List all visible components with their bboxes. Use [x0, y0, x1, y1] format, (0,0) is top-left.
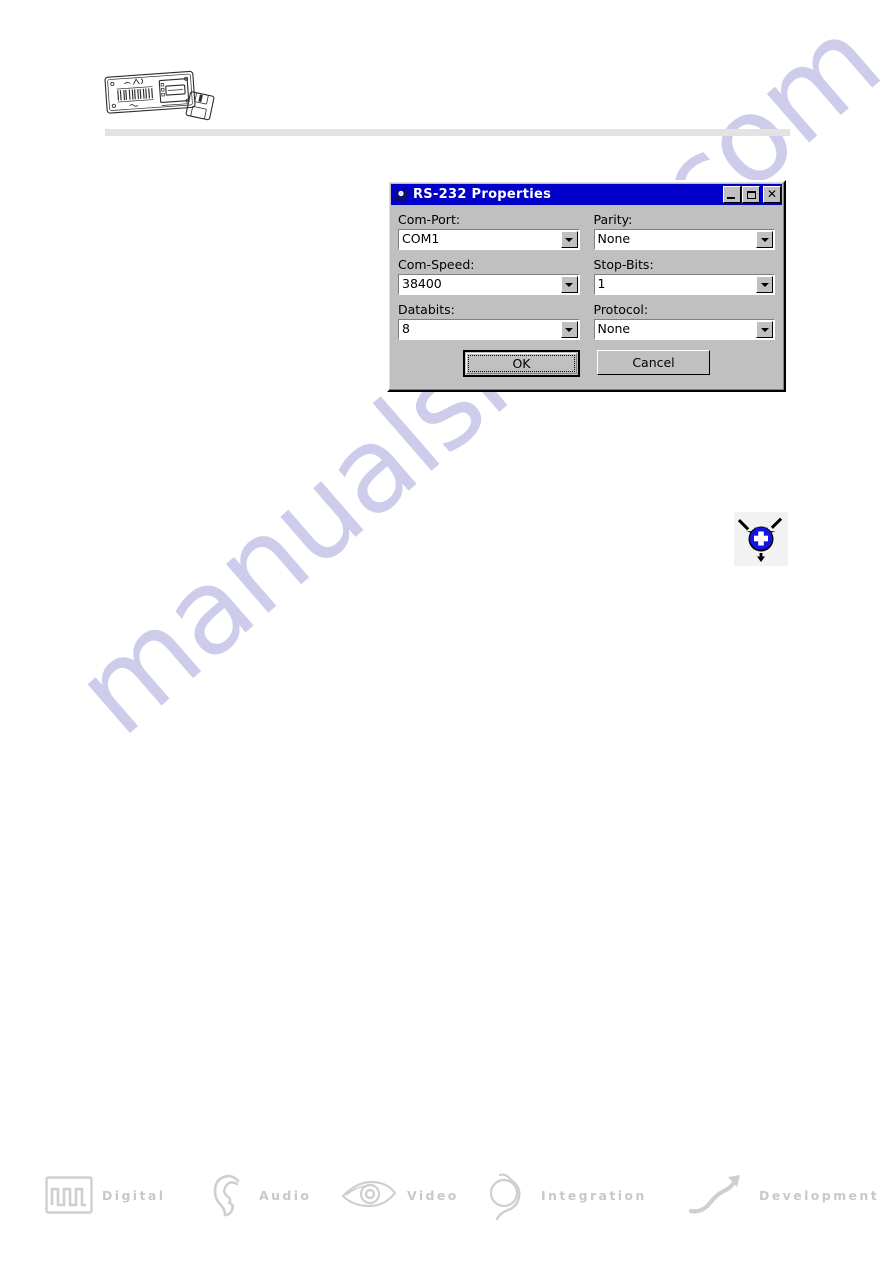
- footer-item-video: Video: [340, 1165, 459, 1225]
- header-device-illustration: [98, 62, 222, 124]
- square-wave-icon: [45, 1176, 93, 1214]
- chevron-down-icon: [565, 327, 573, 332]
- com-speed-value: 38400: [399, 275, 561, 294]
- databits-value: 8: [399, 320, 561, 339]
- chevron-down-icon: [760, 282, 769, 287]
- blue-plus-converge-icon[interactable]: [734, 512, 788, 566]
- close-icon: ✕: [766, 187, 778, 201]
- footer-label-video: Video: [407, 1187, 459, 1203]
- cancel-button[interactable]: Cancel: [597, 350, 710, 375]
- databits-label: Databits:: [398, 302, 455, 317]
- field-parity: Parity: None: [593, 212, 775, 250]
- dialog-button-row: OK Cancel: [389, 350, 784, 377]
- footer-label-audio: Audio: [259, 1187, 312, 1203]
- protocol-combobox[interactable]: None: [593, 319, 775, 340]
- eye-icon: [341, 1180, 397, 1208]
- databits-combobox[interactable]: 8: [398, 319, 580, 340]
- interlocking-loops-icon: [489, 1173, 521, 1221]
- com-speed-dropdown-button[interactable]: [560, 276, 578, 293]
- databits-dropdown-button[interactable]: [560, 321, 578, 338]
- parity-value: None: [594, 230, 756, 249]
- maximize-button[interactable]: [742, 186, 760, 203]
- rising-arrow-icon: [688, 1175, 740, 1214]
- footer-item-development: Development: [688, 1165, 879, 1225]
- com-port-combobox[interactable]: COM1: [398, 229, 580, 250]
- field-com-speed: Com-Speed: 38400: [398, 257, 580, 295]
- com-port-dropdown-button[interactable]: [560, 231, 578, 248]
- protocol-value: None: [594, 320, 756, 339]
- parity-dropdown-button[interactable]: [756, 231, 773, 248]
- footer-label-development: Development: [759, 1187, 880, 1203]
- stop-bits-combobox[interactable]: 1: [593, 274, 775, 295]
- footer-item-digital: Digital: [45, 1165, 165, 1225]
- footer-item-audio: Audio: [208, 1165, 311, 1225]
- field-com-port: Com-Port: COM1: [398, 212, 580, 250]
- ok-button-label: OK: [512, 356, 531, 371]
- field-stop-bits: Stop-Bits: 1: [593, 257, 775, 295]
- field-databits: Databits: 8: [398, 302, 580, 340]
- footer-item-integration: Integration: [486, 1165, 647, 1225]
- page-footer: Digital Audio Video Integration Developm…: [0, 1165, 893, 1227]
- dialog-title: RS-232 Properties: [413, 187, 552, 202]
- cancel-button-label: Cancel: [632, 355, 675, 370]
- window-controls: ✕: [723, 186, 781, 203]
- footer-label-integration: Integration: [541, 1187, 647, 1203]
- stop-bits-dropdown-button[interactable]: [756, 276, 773, 293]
- dialog-titlebar[interactable]: RS-232 Properties ✕: [391, 184, 782, 205]
- stop-bits-value: 1: [594, 275, 756, 294]
- field-protocol: Protocol: None: [593, 302, 775, 340]
- minimize-button[interactable]: [723, 186, 741, 203]
- parity-combobox[interactable]: None: [593, 229, 775, 250]
- header-divider-rule: [105, 129, 790, 136]
- maximize-icon: [746, 190, 756, 199]
- chevron-down-icon: [760, 237, 769, 242]
- close-button[interactable]: ✕: [763, 186, 781, 203]
- protocol-dropdown-button[interactable]: [756, 321, 773, 338]
- com-port-value: COM1: [399, 230, 561, 249]
- com-speed-label: Com-Speed:: [398, 257, 475, 272]
- ok-button[interactable]: OK: [463, 350, 580, 377]
- parity-label: Parity:: [593, 212, 633, 227]
- footer-label-digital: Digital: [102, 1187, 166, 1203]
- rs232-properties-dialog: RS-232 Properties ✕ Com-Port: COM1 Parit…: [387, 180, 786, 392]
- chevron-down-icon: [760, 327, 769, 332]
- protocol-label: Protocol:: [593, 302, 649, 317]
- dialog-body: Com-Port: COM1 Parity: None Com-Speed: 3…: [389, 205, 784, 347]
- com-speed-combobox[interactable]: 38400: [398, 274, 580, 295]
- chevron-down-icon: [565, 282, 573, 287]
- minimize-icon: [727, 197, 735, 199]
- ear-icon: [213, 1174, 240, 1217]
- com-port-label: Com-Port:: [398, 212, 461, 227]
- device-icon: [393, 186, 409, 203]
- chevron-down-icon: [565, 237, 573, 242]
- stop-bits-label: Stop-Bits:: [593, 257, 654, 272]
